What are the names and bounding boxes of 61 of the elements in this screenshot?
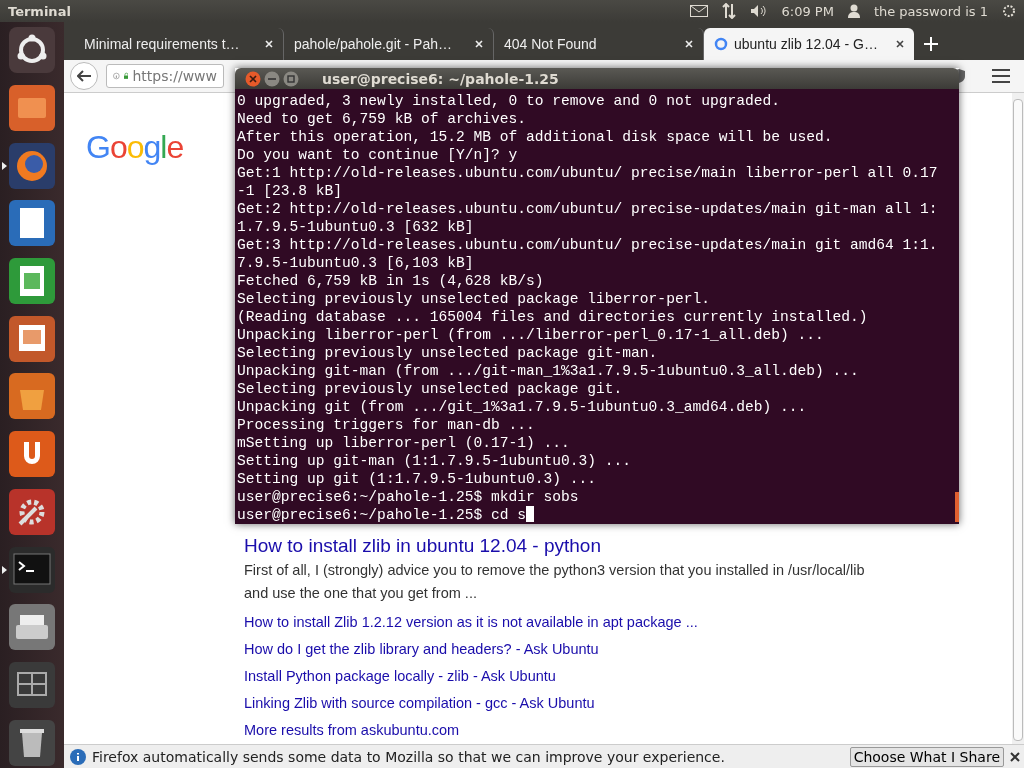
terminal-line: Fetched 6,759 kB in 1s (4,628 kB/s) xyxy=(237,272,545,290)
terminal-line: Need to get 6,759 kB of archives. xyxy=(237,110,527,128)
result-title-link[interactable]: How to install zlib in ubuntu 12.04 - python xyxy=(244,535,1012,557)
result-link[interactable]: More results from askubuntu.com xyxy=(244,720,1012,740)
google-logo: Google xyxy=(86,129,184,166)
result-link[interactable]: How to install Zlib 1.2.12 version as it is not available in apt package ... xyxy=(244,612,1012,632)
url-field[interactable]: https://www xyxy=(106,64,224,88)
clock[interactable]: 6:09 PM xyxy=(781,3,834,19)
terminal-line: Get:3 http://old-releases.ubuntu.com/ubuntu/ precise-updates/main git amd64 1:1. xyxy=(237,236,939,254)
new-tab-icon[interactable] xyxy=(924,37,938,51)
volume-icon[interactable] xyxy=(749,4,768,18)
terminal-line: Setting up git-man (1:1.7.9.5-1ubuntu0.3) ... xyxy=(237,452,633,470)
firefox-icon[interactable] xyxy=(2,141,56,190)
maximize-window-icon[interactable] xyxy=(283,70,299,87)
terminal-line: Unpacking git-man (from .../git-man_1%3a1.7.9.5-1ubuntu0.3_all.deb) ... xyxy=(237,362,860,380)
terminal-line: Processing triggers for man-db ... xyxy=(237,416,536,434)
terminal-line: Unpacking liberror-perl (from .../liberror-perl_0.17-1_all.deb) ... xyxy=(237,326,825,344)
scrollbar-thumb[interactable] xyxy=(1013,99,1023,741)
terminal-line: 1.7.9.5-1ubuntu0.3 [632 kB] xyxy=(237,218,475,236)
result-link[interactable]: Linking Zlib with source compilation - gcc - Ask Ubuntu xyxy=(244,693,1012,713)
terminal-prompt[interactable]: user@precise6:~/pahole-1.25$ cd s xyxy=(237,506,959,524)
terminal-line: user@precise6:~/pahole-1.25$ mkdir sobs xyxy=(237,488,580,506)
terminal-line: Selecting previously unselected package liberror-perl. xyxy=(237,290,711,308)
terminal-line: mSetting up liberror-perl (0.17-1) ... xyxy=(237,434,571,452)
result-snippet: First of all, I (strongly) advice you to remove the python3 version that you installed in /usr/local/lib and use the one that you get from ... xyxy=(244,561,866,603)
terminal-line: Selecting previously unselected package git-man. xyxy=(237,344,659,362)
terminal-line: -1 [23.8 kB] xyxy=(237,182,344,200)
network-arrows-icon[interactable] xyxy=(721,3,736,19)
window-title: user@precise6: ~/pahole-1.25 xyxy=(322,70,559,87)
terminal-line: (Reading database ... 165004 files and directories currently installed.) xyxy=(237,308,869,326)
info-icon xyxy=(70,748,86,765)
text-cursor xyxy=(526,506,534,522)
mail-icon[interactable] xyxy=(689,5,708,17)
terminal-line: 7.9.5-1ubuntu0.3 [6,103 kB] xyxy=(237,254,475,272)
browser-tab[interactable]: ubuntu zlib 12.04 - G… xyxy=(704,28,914,60)
choose-button[interactable]: Choose What I Share xyxy=(849,746,1004,767)
terminal-line: Get:2 http://old-releases.ubuntu.com/ubuntu/ precise-updates/main git-man all 1: xyxy=(237,200,939,218)
result-link[interactable]: How do I get the zlib library and headers? - Ask Ubuntu xyxy=(244,639,1012,659)
terminal-line: Get:1 http://old-releases.ubuntu.com/ubuntu/ precise/main liberror-perl all 0.17 xyxy=(237,164,939,182)
terminal-icon[interactable] xyxy=(2,545,56,594)
close-icon[interactable] xyxy=(896,40,904,48)
notification-text: Firefox automatically sends some data to Mozilla so that we can improve your experience. xyxy=(92,748,726,765)
terminal-line: Do you want to continue [Y/n]? y xyxy=(237,146,519,164)
terminal-line: After this operation, 15.2 MB of additional disk space will be used. xyxy=(237,128,834,146)
minimize-window-icon[interactable] xyxy=(264,70,280,87)
lock-icon xyxy=(123,70,129,82)
person-icon[interactable] xyxy=(847,4,860,18)
user-menu[interactable]: the password is 1 xyxy=(873,3,988,19)
terminal-line: 0 upgraded, 3 newly installed, 0 to remove and 0 not upgraded. xyxy=(237,92,781,110)
terminal-line: Selecting previously unselected package git. xyxy=(237,380,624,398)
close-icon[interactable] xyxy=(1010,751,1020,762)
back-button[interactable] xyxy=(70,62,98,90)
back-arrow-icon xyxy=(77,70,91,82)
app-title: Terminal xyxy=(8,3,72,19)
terminal-line: Setting up git (1:1.7.9.5-1ubuntu0.3) ... xyxy=(237,470,598,488)
menu-icon[interactable] xyxy=(992,69,1010,83)
close-window-icon[interactable] xyxy=(245,70,261,87)
terminal-scrollbar[interactable] xyxy=(955,492,959,522)
terminal-line: Unpacking git (from .../git_1%3a1.7.9.5-1ubuntu0.3_amd64.deb) ... xyxy=(237,398,808,416)
result-link[interactable]: Install Python package locally - zlib - Ask Ubuntu xyxy=(244,666,1012,686)
power-gear-icon[interactable] xyxy=(1002,4,1016,18)
